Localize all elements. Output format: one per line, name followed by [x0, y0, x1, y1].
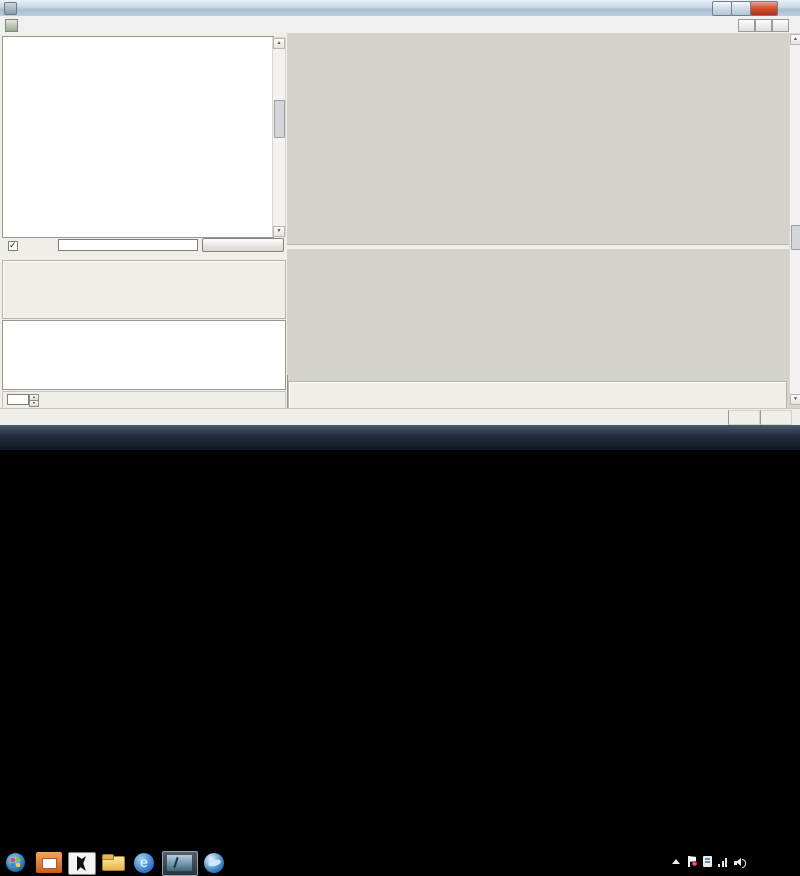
tray-volume-icon[interactable]: [734, 858, 746, 867]
rows-spinner-value[interactable]: [7, 394, 29, 405]
results-table-header[interactable]: [3, 321, 253, 331]
app-icon: [4, 2, 17, 15]
taskbar-game-icon[interactable]: [68, 852, 96, 875]
menu-bar: [0, 16, 800, 34]
filters-checkbox[interactable]: [8, 241, 18, 251]
taskbar-google-earth-icon[interactable]: [202, 852, 228, 873]
delete-trackpoints-button[interactable]: [202, 238, 284, 252]
mdi-restore-button[interactable]: [755, 19, 772, 32]
status-bar: [0, 408, 800, 426]
track-map[interactable]: [287, 33, 789, 244]
trackpoint-table[interactable]: [3, 76, 261, 236]
tray-show-hidden-icon[interactable]: [672, 859, 680, 864]
minimize-button[interactable]: [712, 1, 732, 16]
filters-summary-field[interactable]: [58, 239, 198, 251]
taskbar: e ×: [0, 425, 800, 450]
taskbar-active-app[interactable]: [162, 851, 198, 876]
mdi-close-button[interactable]: [772, 19, 789, 32]
scroll-up-icon[interactable]: ▲: [790, 34, 800, 45]
scrollbar-thumb[interactable]: [274, 100, 285, 138]
taskbar-outlook-icon[interactable]: [36, 852, 62, 873]
table-scrollbar[interactable]: ▲ ▼: [272, 37, 286, 237]
taskbar-explorer-icon[interactable]: [100, 852, 126, 873]
close-button[interactable]: [750, 1, 778, 16]
tray-updates-icon[interactable]: [703, 856, 712, 867]
rows-spinner-down-icon[interactable]: ▼: [29, 400, 39, 407]
taskbar-browser-icon[interactable]: e: [132, 852, 158, 873]
trackpoint-table-header[interactable]: [3, 67, 261, 76]
document-icon: [5, 19, 18, 32]
mdi-minimize-button[interactable]: [738, 19, 755, 32]
scroll-down-icon[interactable]: ▼: [273, 226, 285, 237]
title-bar: [0, 0, 800, 17]
desktop: ▲ ▼ ▲ ▼ ▲ ▼: [0, 0, 800, 450]
tray-action-center-icon[interactable]: ×: [688, 856, 697, 867]
scroll-up-icon[interactable]: ▲: [273, 38, 285, 49]
results-groupbox: [2, 260, 286, 319]
status-section: [760, 410, 792, 425]
speed-chart[interactable]: [287, 249, 789, 375]
restore-button[interactable]: [731, 1, 751, 16]
status-section: [728, 410, 760, 425]
scroll-down-icon[interactable]: ▼: [790, 394, 800, 405]
tray-network-icon[interactable]: [718, 858, 729, 867]
map-scrollbar[interactable]: ▲ ▼: [789, 33, 800, 406]
scrollbar-thumb[interactable]: [791, 225, 800, 250]
start-button[interactable]: [6, 853, 25, 872]
